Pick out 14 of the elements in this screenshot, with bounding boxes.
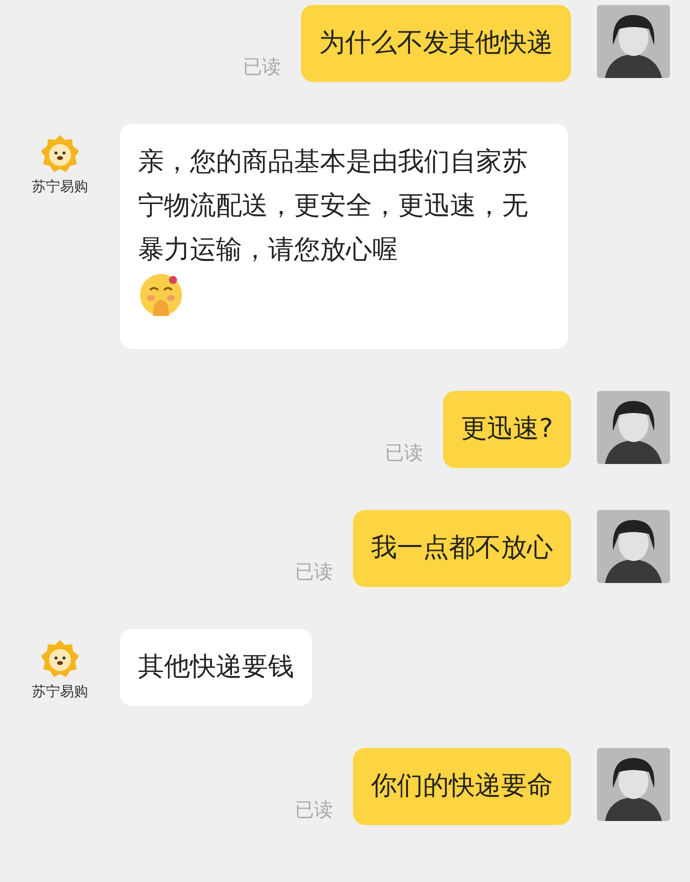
read-status: 已读 — [243, 55, 281, 80]
store-name: 苏宁易购 — [32, 683, 88, 701]
store-name: 苏宁易购 — [32, 178, 88, 196]
message-text: 我一点都不放心 — [371, 532, 553, 565]
lion-logo-icon — [40, 134, 80, 174]
message-text: 更迅速? — [461, 413, 553, 446]
read-status: 已读 — [295, 560, 333, 585]
message-text: 其他快递要钱 — [138, 651, 294, 684]
read-status: 已读 — [295, 798, 333, 823]
read-status: 已读 — [385, 441, 424, 466]
message-text: 你们的快递要命 — [371, 770, 553, 803]
lion-logo-icon — [40, 639, 80, 679]
message-text: 为什么不发其他快递 — [319, 27, 553, 60]
message-text: 亲，您的商品基本是由我们自家苏宁物流配送，更安全，更迅速，无暴力运输，请您放心喔 — [138, 146, 529, 267]
